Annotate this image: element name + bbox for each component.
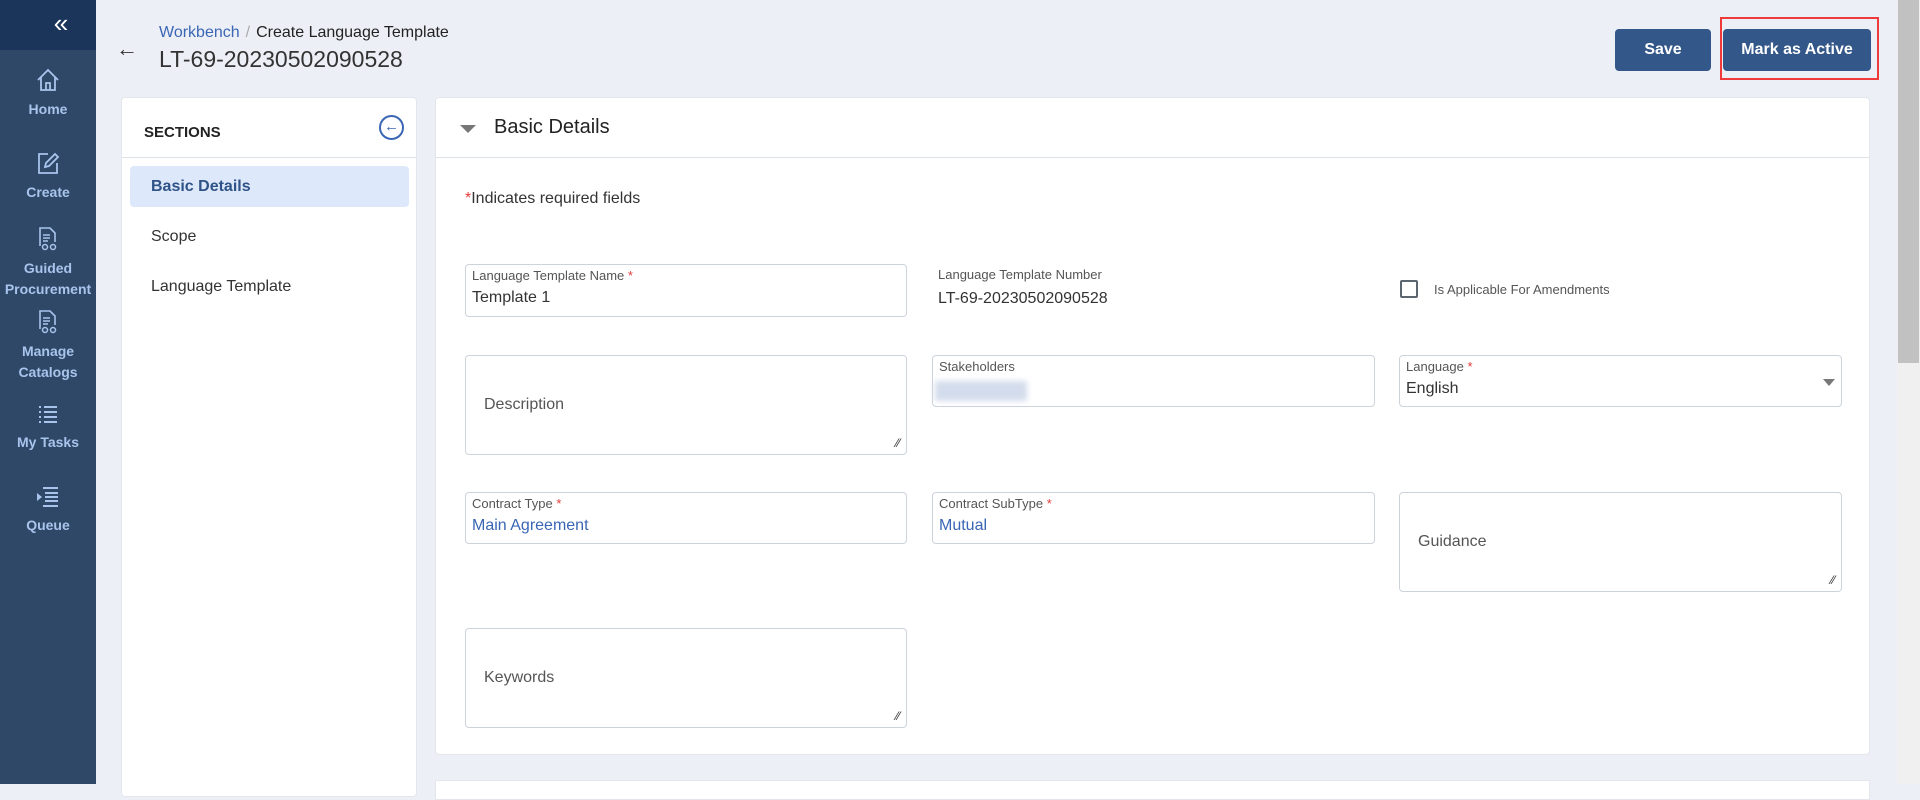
- highlight-box: [1720, 17, 1879, 80]
- document-link-icon: [39, 227, 57, 251]
- label-text: Contract SubType: [939, 496, 1044, 511]
- section-scope[interactable]: Scope: [130, 216, 409, 257]
- sections-title: SECTIONS: [122, 98, 416, 158]
- required-star: *: [556, 496, 562, 511]
- field-label: Language *: [1406, 359, 1473, 374]
- list-icon: [39, 406, 57, 423]
- amendments-checkbox-row[interactable]: Is Applicable For Amendments: [1400, 280, 1610, 298]
- scrollbar-thumb[interactable]: [1898, 0, 1919, 363]
- keywords-textarea[interactable]: Keywords ⁄⁄: [465, 628, 907, 728]
- required-note-text: Indicates required fields: [471, 190, 641, 207]
- panel-header[interactable]: Basic Details: [436, 98, 1869, 158]
- section-basic-details[interactable]: Basic Details: [130, 166, 409, 207]
- resize-grip-icon[interactable]: ⁄⁄: [896, 436, 900, 450]
- dropdown-arrow-icon[interactable]: [1823, 379, 1835, 386]
- label-text: Contract Type: [472, 496, 553, 511]
- edit-icon: [38, 152, 60, 174]
- label-text: Language: [1406, 359, 1464, 374]
- page-title: LT-69-20230502090528: [159, 46, 403, 72]
- back-arrow-icon[interactable]: ←: [116, 36, 138, 62]
- contract-subtype-field[interactable]: Contract SubType * Mutual: [932, 492, 1375, 544]
- document-link-icon: [39, 310, 57, 334]
- nav-manage-catalogs[interactable]: Manage Catalogs: [0, 309, 96, 383]
- keywords-placeholder: Keywords: [484, 669, 555, 686]
- nav-guided-procurement[interactable]: Guided Procurement: [0, 226, 96, 300]
- next-panel: [435, 780, 1870, 800]
- caret-down-icon[interactable]: [460, 125, 476, 133]
- field-label: Language Template Name *: [472, 268, 633, 283]
- sections-panel: SECTIONS ← Basic Details Scope Language …: [121, 97, 417, 797]
- guidance-placeholder: Guidance: [1418, 533, 1487, 550]
- required-star: *: [1467, 359, 1473, 374]
- stakeholders-field[interactable]: Stakeholders: [932, 355, 1375, 407]
- nav-create[interactable]: Create: [0, 150, 96, 203]
- field-value: English: [1406, 380, 1459, 397]
- breadcrumb: Workbench / Create Language Template: [159, 24, 449, 42]
- field-value: LT-69-20230502090528: [938, 290, 1108, 307]
- side-nav: « Home Create Guided Procurement Manage …: [0, 0, 96, 784]
- field-value[interactable]: Mutual: [939, 517, 987, 535]
- breadcrumb-separator: /: [245, 24, 251, 41]
- guidance-textarea[interactable]: Guidance ⁄⁄: [1399, 492, 1842, 592]
- field-label: Contract Type *: [472, 496, 561, 511]
- field-label: Stakeholders: [939, 359, 1015, 374]
- label-text: Language Template Name: [472, 268, 625, 283]
- basic-details-panel: Basic Details *Indicates required fields…: [435, 97, 1870, 755]
- required-star: *: [1046, 496, 1052, 511]
- amendments-checkbox[interactable]: [1400, 280, 1418, 298]
- contract-type-field[interactable]: Contract Type * Main Agreement: [465, 492, 907, 544]
- resize-grip-icon[interactable]: ⁄⁄: [896, 709, 900, 723]
- section-language-template[interactable]: Language Template: [130, 266, 409, 307]
- collapse-nav-icon[interactable]: «: [0, 0, 96, 50]
- blurred-stakeholder-value: [935, 381, 1027, 401]
- amendments-label: Is Applicable For Amendments: [1434, 281, 1610, 297]
- language-select[interactable]: Language * English: [1399, 355, 1842, 407]
- breadcrumb-workbench-link[interactable]: Workbench: [159, 24, 240, 41]
- field-value[interactable]: Main Agreement: [472, 517, 589, 535]
- required-star: *: [627, 268, 633, 283]
- field-label: Language Template Number: [938, 267, 1102, 282]
- field-value: Template 1: [472, 289, 551, 306]
- description-placeholder: Description: [484, 396, 565, 413]
- queue-icon: [37, 487, 58, 507]
- nav-queue[interactable]: Queue: [0, 485, 96, 536]
- home-icon: [37, 68, 59, 91]
- template-number: Language Template Number LT-69-202305020…: [938, 267, 1108, 308]
- required-note: *Indicates required fields: [465, 190, 640, 208]
- description-textarea[interactable]: Description ⁄⁄: [465, 355, 907, 455]
- collapse-sections-icon[interactable]: ←: [379, 115, 404, 140]
- panel-title: Basic Details: [494, 116, 610, 138]
- nav-my-tasks[interactable]: My Tasks: [0, 404, 96, 453]
- save-button[interactable]: Save: [1615, 29, 1711, 71]
- template-name-field[interactable]: Language Template Name * Template 1: [465, 264, 907, 317]
- nav-home[interactable]: Home: [0, 67, 96, 120]
- field-label: Contract SubType *: [939, 496, 1052, 511]
- resize-grip-icon[interactable]: ⁄⁄: [1831, 573, 1835, 587]
- breadcrumb-current: Create Language Template: [256, 24, 449, 41]
